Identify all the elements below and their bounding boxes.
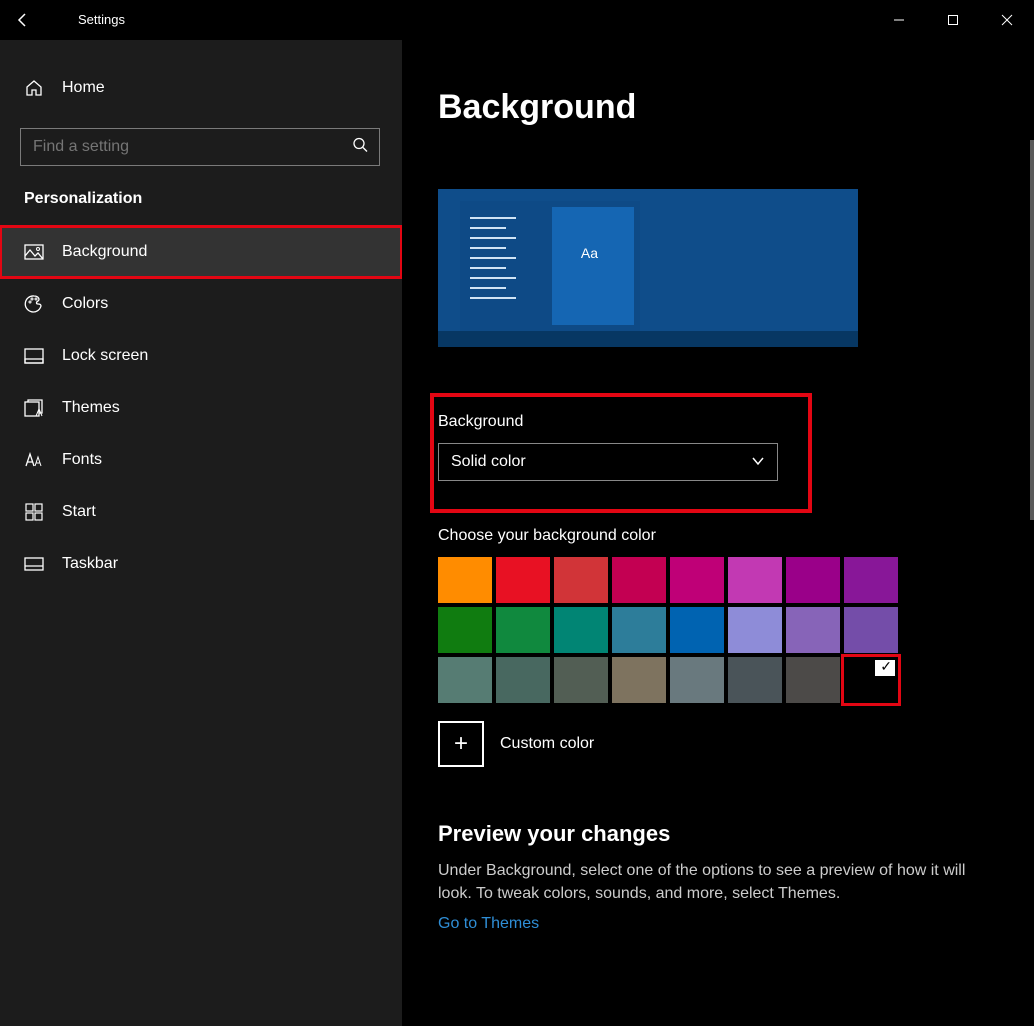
preview-taskbar (438, 331, 858, 347)
color-swatch[interactable] (612, 657, 666, 703)
color-swatch[interactable] (844, 657, 898, 703)
search-icon (352, 137, 368, 158)
sidebar-item-lock-screen[interactable]: Lock screen (0, 330, 402, 382)
window-controls (872, 0, 1034, 40)
sidebar-item-colors[interactable]: Colors (0, 278, 402, 330)
maximize-button[interactable] (926, 0, 980, 40)
search-wrap (20, 128, 382, 166)
choose-color-label: Choose your background color (438, 527, 998, 545)
sidebar-item-taskbar[interactable]: Taskbar (0, 538, 402, 590)
color-swatch[interactable] (670, 657, 724, 703)
color-swatch[interactable] (844, 607, 898, 653)
maximize-icon (947, 14, 959, 26)
preview-changes-text: Under Background, select one of the opti… (438, 859, 998, 905)
color-swatch[interactable] (728, 607, 782, 653)
image-icon (24, 242, 44, 262)
preview-menu-lines (470, 217, 516, 307)
color-swatch[interactable] (496, 557, 550, 603)
sidebar-item-label: Colors (62, 295, 108, 313)
sidebar-item-label: Fonts (62, 451, 102, 469)
themes-icon (24, 398, 44, 418)
chevron-down-icon (751, 453, 765, 471)
sidebar-item-background[interactable]: Background (0, 226, 402, 278)
background-section: Background Solid color (438, 399, 998, 497)
sidebar-item-label: Taskbar (62, 555, 118, 573)
color-swatch[interactable] (786, 657, 840, 703)
sidebar-item-label: Start (62, 503, 96, 521)
close-icon (1001, 14, 1013, 26)
preview-tiles (552, 207, 634, 325)
background-dropdown-label: Background (438, 413, 998, 431)
color-swatch[interactable] (728, 657, 782, 703)
custom-color-label: Custom color (500, 735, 594, 753)
color-swatch[interactable] (612, 557, 666, 603)
preview-sample-text: Aa (581, 245, 598, 261)
color-swatch[interactable] (786, 607, 840, 653)
go-to-themes-link[interactable]: Go to Themes (438, 915, 539, 933)
taskbar-icon (24, 554, 44, 574)
color-swatch[interactable] (612, 607, 666, 653)
search-input[interactable] (20, 128, 380, 166)
color-swatch[interactable] (554, 657, 608, 703)
home-label: Home (62, 79, 105, 97)
minimize-icon (893, 14, 905, 26)
color-swatch[interactable] (496, 607, 550, 653)
sidebar-home[interactable]: Home (0, 40, 402, 118)
color-swatch[interactable] (670, 557, 724, 603)
color-swatch[interactable] (438, 557, 492, 603)
close-button[interactable] (980, 0, 1034, 40)
scrollbar[interactable] (1030, 140, 1034, 520)
color-swatch[interactable] (844, 557, 898, 603)
color-swatch[interactable] (496, 657, 550, 703)
sidebar-item-start[interactable]: Start (0, 486, 402, 538)
sidebar: Home Personalization Background Colo (0, 40, 402, 1026)
main-content: Background Aa Background Solid c (402, 40, 1034, 1026)
dropdown-value: Solid color (451, 453, 526, 471)
custom-color-button[interactable]: + (438, 721, 484, 767)
minimize-button[interactable] (872, 0, 926, 40)
window-title: Settings (46, 12, 125, 27)
back-button[interactable] (0, 0, 46, 40)
section-header: Personalization (0, 190, 402, 226)
preview-start-menu: Aa (460, 201, 640, 331)
start-icon (24, 502, 44, 522)
lockscreen-icon (24, 346, 44, 366)
home-icon (24, 78, 44, 98)
color-swatch[interactable] (438, 657, 492, 703)
color-swatch[interactable] (438, 607, 492, 653)
arrow-left-icon (15, 12, 31, 28)
color-swatch[interactable] (670, 607, 724, 653)
color-swatch[interactable] (728, 557, 782, 603)
plus-icon: + (454, 730, 468, 758)
fonts-icon (24, 450, 44, 470)
page-title: Background (438, 88, 998, 127)
palette-icon (24, 294, 44, 314)
custom-color-row: + Custom color (438, 721, 998, 767)
sidebar-item-themes[interactable]: Themes (0, 382, 402, 434)
background-dropdown[interactable]: Solid color (438, 443, 778, 481)
color-swatches (438, 557, 898, 703)
titlebar: Settings (0, 0, 1034, 40)
desktop-preview: Aa (438, 189, 858, 347)
color-swatch[interactable] (786, 557, 840, 603)
sidebar-item-label: Lock screen (62, 347, 148, 365)
preview-changes-heading: Preview your changes (438, 821, 998, 847)
sidebar-item-label: Background (62, 243, 147, 261)
color-swatch[interactable] (554, 557, 608, 603)
color-swatch[interactable] (554, 607, 608, 653)
sidebar-item-label: Themes (62, 399, 120, 417)
sidebar-item-fonts[interactable]: Fonts (0, 434, 402, 486)
